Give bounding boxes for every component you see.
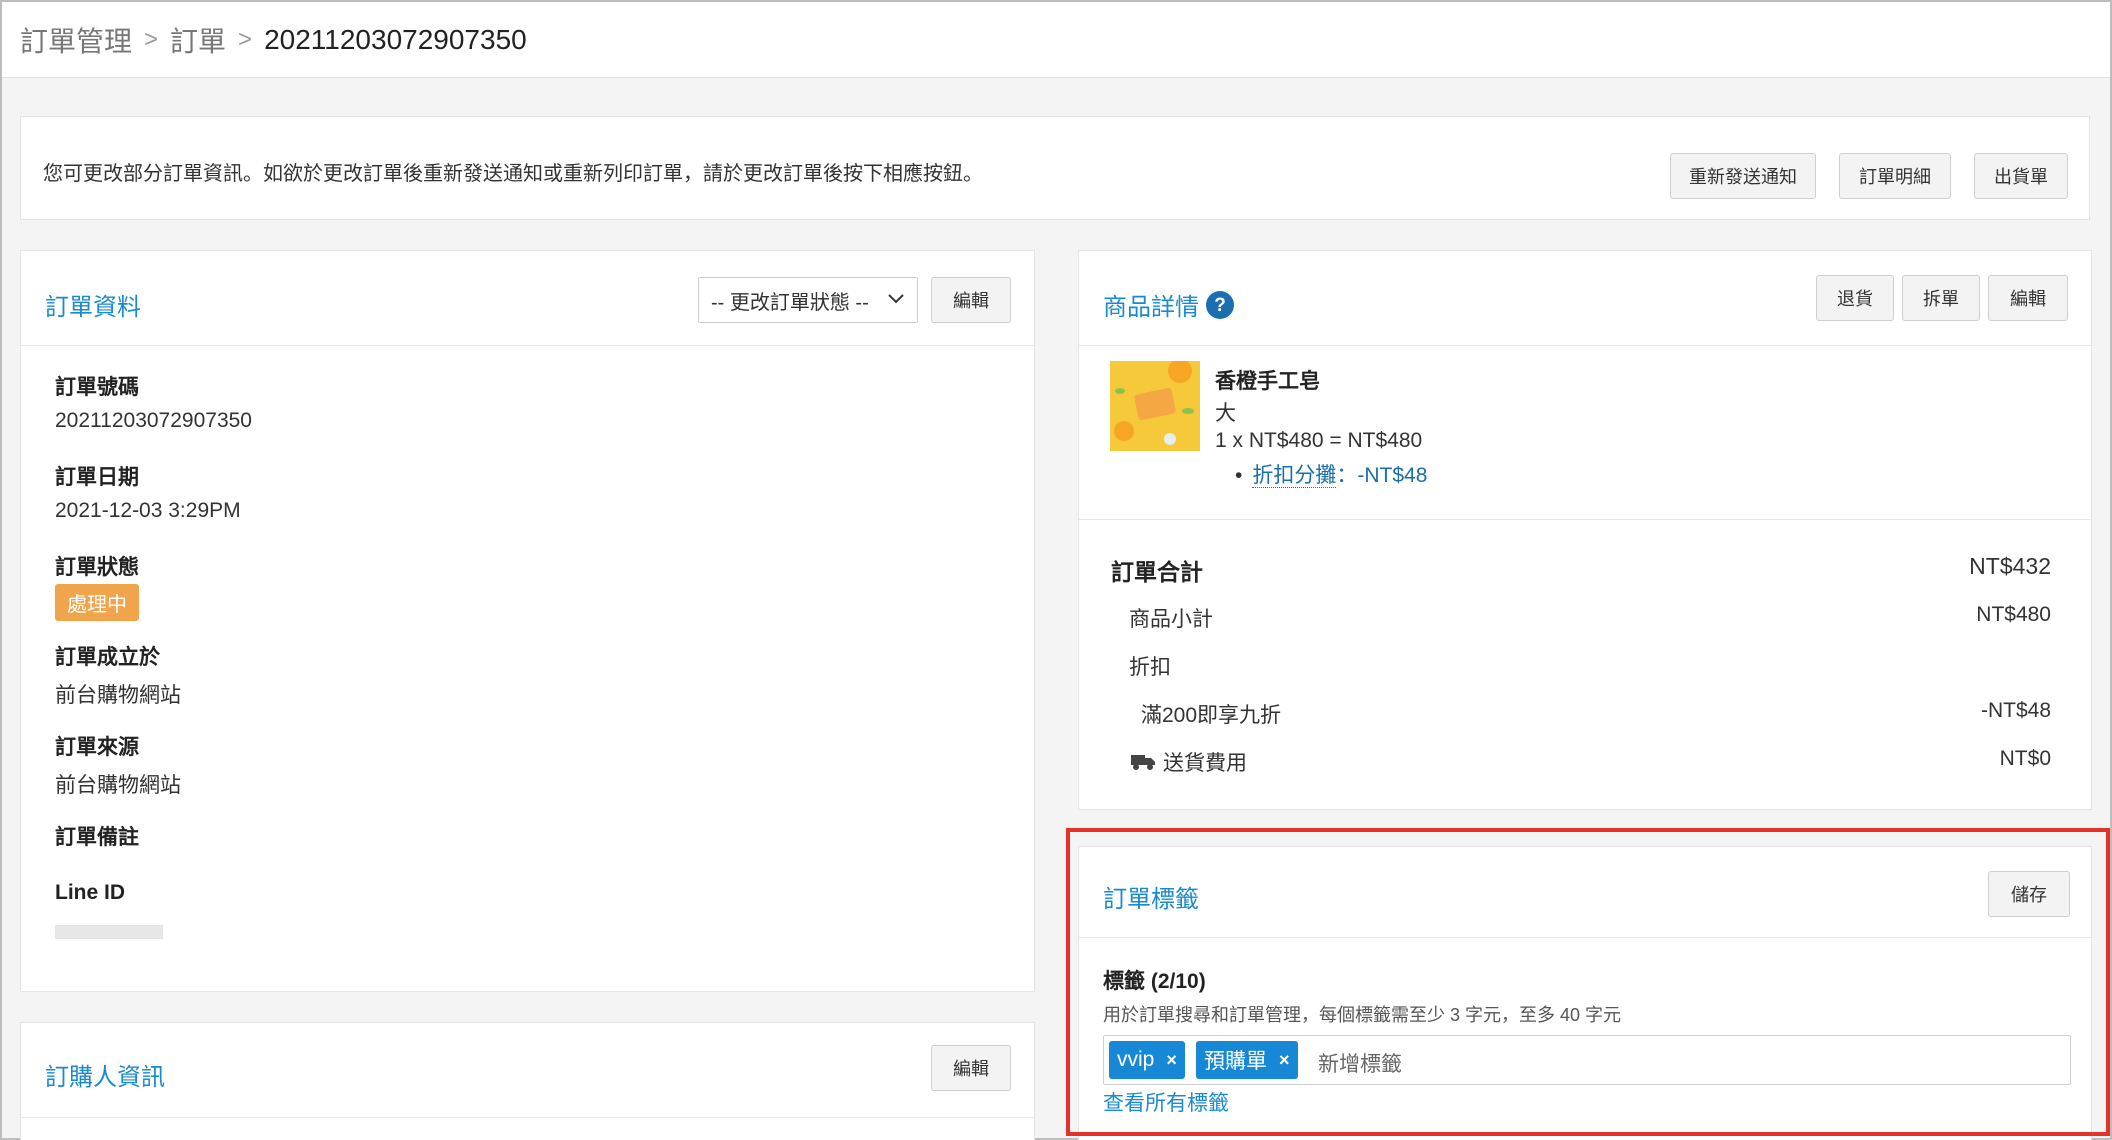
line-id-value-placeholder [55, 925, 163, 939]
order-total-value: NT$432 [1969, 553, 2051, 579]
product-image-art [1110, 361, 1200, 451]
return-button[interactable]: 退貨 [1816, 275, 1894, 321]
product-discount-line: • 折扣分攤：-NT$48 [1235, 459, 1427, 489]
chevron-down-icon [888, 294, 904, 304]
shipping-fee-label: 送貨費用 [1163, 752, 1247, 775]
breadcrumb-item-current: 20211203072907350 [264, 23, 527, 55]
notice-text: 您可更改部分訂單資訊。如欲於更改訂單後重新發送通知或重新列印訂單，請於更改訂單後… [43, 163, 983, 185]
discount-allocation-value: -NT$48 [1357, 464, 1428, 487]
order-date-label: 訂單日期 [55, 466, 139, 489]
order-info-edit-button[interactable]: 編輯 [931, 277, 1011, 323]
buyer-info-title: 訂購人資訊 [45, 1064, 165, 1091]
product-edit-button[interactable]: 編輯 [1988, 275, 2068, 321]
order-info-card: 訂單資料 -- 更改訂單狀態 -- 編輯 訂單號碼 20211203072907… [20, 250, 1035, 992]
truck-icon [1131, 755, 1155, 770]
product-details-title-text: 商品詳情 [1103, 294, 1199, 321]
subtotal-label: 商品小計 [1129, 608, 1213, 631]
breadcrumb: 訂單管理 > 訂單 > 20211203072907350 [2, 2, 2110, 78]
shipping-fee-row: 送貨費用 [1131, 747, 1247, 777]
order-remarks-label: 訂單備註 [55, 826, 139, 849]
notice-card: 您可更改部分訂單資訊。如欲於更改訂單後重新發送通知或重新列印訂單，請於更改訂單後… [20, 116, 2090, 220]
line-id-label: Line ID [55, 881, 126, 904]
help-icon[interactable]: ? [1205, 290, 1235, 320]
order-number-value: 20211203072907350 [55, 409, 252, 432]
divider [1079, 519, 2091, 520]
resend-notification-button[interactable]: 重新發送通知 [1670, 153, 1816, 199]
subtotal-value: NT$480 [1976, 603, 2051, 626]
status-badge: 處理中 [55, 584, 139, 621]
breadcrumb-item-orders-management[interactable]: 訂單管理 [20, 20, 132, 60]
buyer-info-card: 訂購人資訊 編輯 [20, 1022, 1035, 1140]
shipping-fee-value: NT$0 [1999, 747, 2051, 770]
chevron-right-icon: > [238, 25, 253, 53]
order-details-button[interactable]: 訂單明細 [1839, 153, 1951, 199]
order-source-value: 前台購物網站 [55, 774, 181, 797]
product-details-title: 商品詳情 ? [1103, 287, 1235, 322]
order-status-select-value: -- 更改訂單狀態 -- [711, 291, 869, 314]
buyer-info-edit-button[interactable]: 編輯 [931, 1045, 1011, 1091]
order-source-label: 訂單來源 [55, 736, 139, 759]
product-image[interactable] [1110, 361, 1200, 451]
page-frame: 訂單管理 > 訂單 > 20211203072907350 您可更改部分訂單資訊… [0, 0, 2112, 1140]
order-date-value: 2021-12-03 3:29PM [55, 499, 241, 522]
discount-label: 折扣 [1129, 656, 1171, 679]
created-at-value: 前台購物網站 [55, 684, 181, 707]
divider [1079, 345, 2091, 346]
order-total-label: 訂單合計 [1111, 559, 1203, 585]
product-variant: 大 [1215, 402, 1236, 425]
breadcrumb-item-orders[interactable]: 訂單 [170, 20, 226, 60]
discount-allocation-link[interactable]: 折扣分攤 [1252, 464, 1337, 488]
divider [21, 1117, 1034, 1118]
order-number-label: 訂單號碼 [55, 376, 139, 399]
highlight-box [1066, 828, 2110, 1136]
bullet: • [1235, 464, 1243, 487]
product-price-line: 1 x NT$480 = NT$480 [1215, 429, 1423, 452]
discount-separator: ： [1336, 464, 1358, 487]
svg-text:?: ? [1214, 295, 1226, 316]
shipping-slip-button[interactable]: 出貨單 [1974, 153, 2068, 199]
product-name[interactable]: 香橙手工皂 [1215, 365, 1320, 395]
promo-label: 滿200即享九折 [1141, 704, 1282, 727]
divider [21, 345, 1034, 346]
created-at-label: 訂單成立於 [55, 646, 160, 669]
order-status-label: 訂單狀態 [55, 556, 139, 579]
chevron-right-icon: > [144, 25, 159, 53]
split-order-button[interactable]: 拆單 [1902, 275, 1980, 321]
product-details-card: 商品詳情 ? 退貨 拆單 編輯 香橙手工皂 大 1 x NT$480 = NT$… [1078, 250, 2092, 810]
order-status-select[interactable]: -- 更改訂單狀態 -- [698, 277, 918, 323]
promo-value: -NT$48 [1980, 699, 2051, 722]
order-info-title: 訂單資料 [45, 294, 141, 321]
